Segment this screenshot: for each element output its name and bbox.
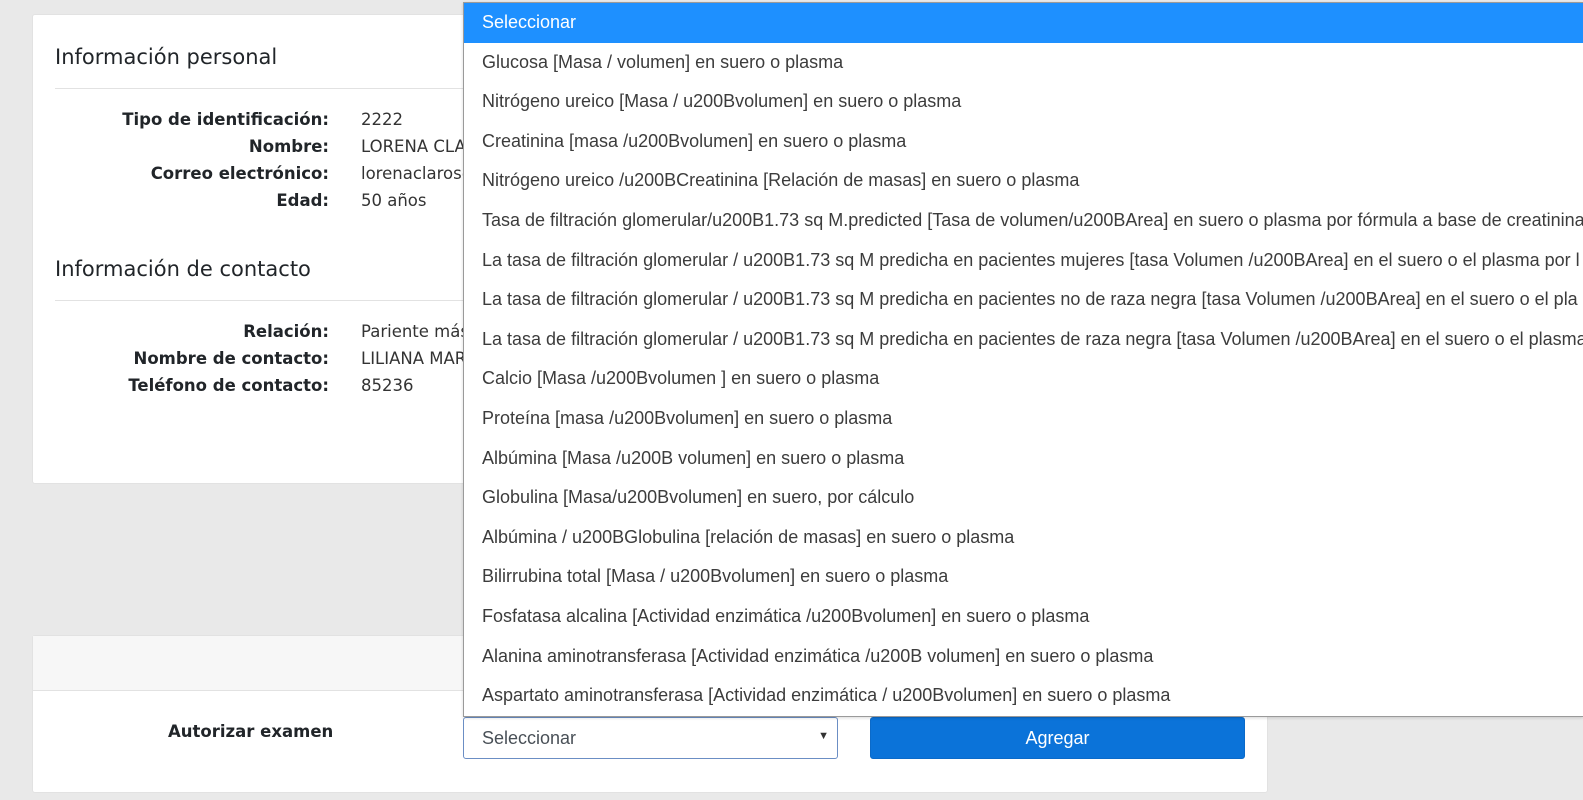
field-label: Relación: — [243, 322, 329, 341]
add-button[interactable]: Agregar — [870, 717, 1245, 759]
field-label: Nombre: — [248, 137, 329, 156]
dropdown-option[interactable]: Alanina aminotransferasa [Actividad enzi… — [464, 637, 1583, 677]
authorize-exam-label: Autorizar examen — [168, 722, 334, 741]
caret-down-icon: ▼ — [818, 730, 829, 742]
dropdown-option[interactable]: Globulina [Masa/u200Bvolumen] en suero, … — [464, 478, 1583, 518]
field-value: lorenaclaros@ — [361, 164, 479, 183]
field-email: Correo electrónico: lorenaclaros@ — [33, 164, 483, 191]
field-label: Nombre de contacto: — [133, 349, 329, 368]
field-value: LORENA CLA — [361, 137, 466, 156]
page: Información personal Tipo de identificac… — [0, 0, 1583, 800]
dropdown-option[interactable]: Calcio [Masa /u200Bvolumen ] en suero o … — [464, 359, 1583, 399]
field-name: Nombre: LORENA CLA — [33, 137, 483, 164]
dropdown-option[interactable]: La tasa de filtración glomerular / u200B… — [464, 241, 1583, 281]
field-value: 85236 — [361, 376, 414, 395]
dropdown-option[interactable]: Nitrógeno ureico /u200BCreatinina [Relac… — [464, 161, 1583, 201]
dropdown-option[interactable]: La tasa de filtración glomerular / u200B… — [464, 320, 1583, 360]
field-label: Teléfono de contacto: — [128, 376, 329, 395]
field-value: 2222 — [361, 110, 403, 129]
dropdown-option[interactable]: Albúmina [Masa /u200B volumen] en suero … — [464, 439, 1583, 479]
dropdown-option[interactable]: Bilirrubina total [Masa / u200Bvolumen] … — [464, 557, 1583, 597]
field-value: 50 años — [361, 191, 427, 210]
divider — [55, 300, 475, 301]
field-value: Pariente más — [361, 322, 469, 341]
dropdown-option[interactable]: Creatinina [masa /u200Bvolumen] en suero… — [464, 122, 1583, 162]
field-contact-phone: Teléfono de contacto: 85236 — [33, 376, 483, 403]
dropdown-option[interactable]: Seleccionar — [464, 3, 1583, 43]
field-relation: Relación: Pariente más — [33, 322, 483, 349]
field-age: Edad: 50 años — [33, 191, 483, 218]
dropdown-option[interactable]: La tasa de filtración glomerular / u200B… — [464, 280, 1583, 320]
exam-select[interactable]: Seleccionar ▼ — [463, 717, 838, 759]
dropdown-option[interactable]: Nitrógeno ureico [Masa / u200Bvolumen] e… — [464, 82, 1583, 122]
patient-info-card: Información personal Tipo de identificac… — [32, 14, 482, 484]
field-label: Correo electrónico: — [150, 164, 329, 183]
dropdown-option[interactable]: Proteína [masa /u200Bvolumen] en suero o… — [464, 399, 1583, 439]
contact-info-title: Información de contacto — [55, 257, 311, 281]
dropdown-option[interactable]: Fosfatasa alcalina [Actividad enzimática… — [464, 597, 1583, 637]
personal-info-title: Información personal — [55, 45, 278, 69]
field-id-type: Tipo de identificación: 2222 — [33, 110, 483, 137]
divider — [55, 88, 475, 89]
exam-select-value: Seleccionar — [482, 728, 577, 748]
field-label: Edad: — [276, 191, 329, 210]
dropdown-option[interactable]: Aspartato aminotransferasa [Actividad en… — [464, 676, 1583, 716]
dropdown-option[interactable]: Glucosa [Masa / volumen] en suero o plas… — [464, 43, 1583, 83]
field-contact-name: Nombre de contacto: LILIANA MAR — [33, 349, 483, 376]
field-label: Tipo de identificación: — [122, 110, 329, 129]
field-value: LILIANA MAR — [361, 349, 467, 368]
dropdown-option[interactable]: Albúmina / u200BGlobulina [relación de m… — [464, 518, 1583, 558]
exam-dropdown-list[interactable]: Seleccionar Glucosa [Masa / volumen] en … — [463, 2, 1583, 717]
dropdown-option[interactable]: Tasa de filtración glomerular/u200B1.73 … — [464, 201, 1583, 241]
